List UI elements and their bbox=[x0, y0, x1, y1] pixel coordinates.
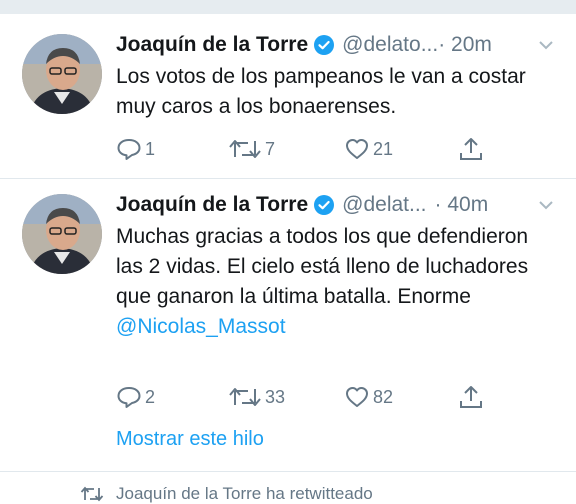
tweet-actions: 1 7 21 bbox=[116, 134, 536, 164]
tweet-time[interactable]: · 20m bbox=[438, 33, 492, 57]
author-handle[interactable]: @delato... bbox=[342, 33, 438, 57]
reply-button[interactable]: 2 bbox=[116, 382, 155, 412]
show-thread-link[interactable]: Mostrar este hilo bbox=[116, 428, 264, 451]
top-bar bbox=[0, 0, 576, 14]
retweet-button[interactable]: 33 bbox=[228, 382, 285, 412]
like-count: 82 bbox=[373, 386, 394, 407]
verified-badge-icon bbox=[314, 195, 335, 215]
chevron-down-icon[interactable] bbox=[538, 38, 554, 56]
retweet-context[interactable]: Joaquín de la Torre ha retwitteado bbox=[80, 484, 373, 504]
like-icon bbox=[346, 139, 368, 159]
like-icon bbox=[346, 387, 368, 407]
share-icon bbox=[460, 138, 482, 160]
mention-link[interactable]: @Nicolas_Massot bbox=[116, 315, 286, 338]
like-count: 21 bbox=[373, 138, 394, 159]
tweet-divider bbox=[0, 471, 576, 472]
author-name[interactable]: Joaquín de la Torre bbox=[116, 193, 308, 217]
avatar[interactable] bbox=[22, 34, 102, 114]
share-button[interactable] bbox=[458, 382, 484, 412]
chevron-down-icon[interactable] bbox=[538, 198, 554, 216]
reply-count: 2 bbox=[145, 386, 156, 407]
share-icon bbox=[460, 386, 482, 408]
tweet[interactable]: Joaquín de la Torre @delat... · 40m Much… bbox=[0, 180, 576, 470]
tweet-body: Muchas gracias a todos los que defendier… bbox=[116, 225, 529, 308]
like-button[interactable]: 21 bbox=[344, 134, 393, 164]
retweet-count: 33 bbox=[265, 386, 286, 407]
author-name[interactable]: Joaquín de la Torre bbox=[116, 33, 308, 57]
retweet-icon bbox=[229, 140, 261, 158]
reply-icon bbox=[117, 387, 141, 408]
tweet-header: Joaquín de la Torre @delat... · 40m bbox=[116, 188, 488, 222]
reply-count: 1 bbox=[145, 138, 156, 159]
tweet-time[interactable]: · 40m bbox=[435, 193, 489, 217]
author-handle[interactable]: @delat... bbox=[342, 193, 426, 217]
retweet-button[interactable]: 7 bbox=[228, 134, 275, 164]
tweet-text: Los votos de los pampeanos le van a cost… bbox=[116, 65, 526, 118]
verified-badge-icon bbox=[314, 35, 335, 55]
reply-button[interactable]: 1 bbox=[116, 134, 155, 164]
retweet-count: 7 bbox=[265, 138, 276, 159]
avatar[interactable] bbox=[22, 194, 102, 274]
reply-icon bbox=[117, 139, 141, 160]
tweet-text: Muchas gracias a todos los que defendier… bbox=[116, 222, 556, 342]
tweet-header: Joaquín de la Torre @delato... · 20m bbox=[116, 28, 492, 62]
tweet-divider bbox=[0, 178, 576, 179]
tweet-actions: 2 33 82 bbox=[116, 382, 536, 412]
retweet-context-label: Joaquín de la Torre ha retwitteado bbox=[116, 484, 373, 503]
retweet-icon bbox=[80, 486, 104, 502]
share-button[interactable] bbox=[458, 134, 484, 164]
tweet[interactable]: Joaquín de la Torre @delato... · 20m Los… bbox=[0, 16, 576, 176]
like-button[interactable]: 82 bbox=[344, 382, 393, 412]
retweet-icon bbox=[229, 388, 261, 406]
